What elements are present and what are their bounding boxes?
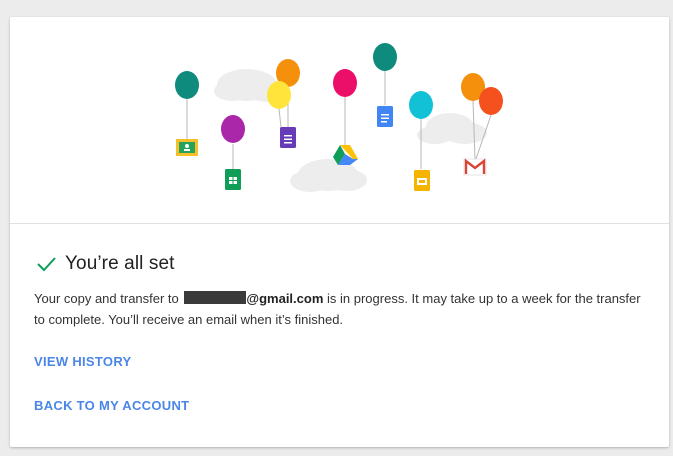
redacted-email-user — [184, 291, 247, 304]
cloud-bottom — [290, 159, 367, 192]
view-history-link[interactable]: VIEW HISTORY — [34, 354, 132, 369]
gmail-icon — [463, 158, 487, 176]
back-to-account-link[interactable]: BACK TO MY ACCOUNT — [34, 398, 189, 413]
status-title: You’re all set — [65, 253, 175, 274]
sheets-icon — [225, 169, 241, 190]
divider — [10, 223, 669, 224]
cloud-right — [417, 113, 487, 144]
email-domain: @gmail.com — [246, 291, 324, 306]
message-prefix: Your copy and transfer to — [34, 291, 179, 306]
status-heading: You’re all set — [35, 251, 175, 277]
balloons-illustration — [175, 43, 503, 192]
status-message: Your copy and transfer to @gmail.com is … — [34, 288, 644, 330]
classroom-icon — [176, 139, 198, 156]
checkmark-icon — [37, 257, 56, 272]
docs-icon — [377, 106, 393, 127]
forms-icon — [280, 127, 296, 148]
completion-card: You’re all set Your copy and transfer to… — [10, 17, 669, 447]
slides-icon — [414, 170, 430, 191]
drive-icon — [333, 145, 358, 165]
